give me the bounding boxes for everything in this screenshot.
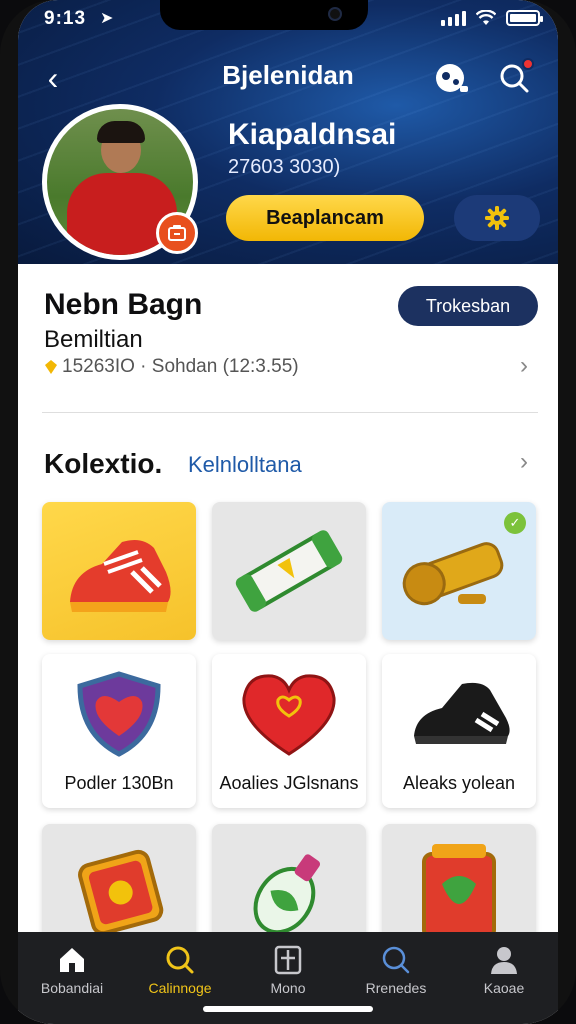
heart-icon <box>242 674 336 756</box>
section-subtitle: Bemiltian <box>44 326 143 353</box>
phone-frame: 9:13 ➤ ‹ Bjelenidan Kiapaldnsai 27603 30… <box>0 0 576 1024</box>
status-time: 9:13 <box>44 8 87 29</box>
page-title: Bjelenidan <box>222 60 354 90</box>
tab-book[interactable]: Mono <box>238 944 338 1024</box>
potion-icon <box>253 854 321 935</box>
search-icon <box>382 946 410 974</box>
tab-label: Kaoae <box>483 980 525 996</box>
section-meta: 15263IO · Sohdan (12:3.55) <box>44 356 299 378</box>
camera-icon <box>168 225 186 241</box>
secondary-action-button[interactable]: Trokesban <box>398 286 538 326</box>
tab-label: Mono <box>270 980 306 996</box>
scroll-icon <box>235 530 343 612</box>
collection-item[interactable]: ✓ <box>382 502 536 640</box>
tab-label: Calinnoge <box>148 980 212 996</box>
collection-item[interactable] <box>42 502 196 640</box>
profile-stats: 27603 3030) <box>228 156 341 178</box>
collection-item[interactable]: Aleaks yolean <box>382 654 536 808</box>
tab-search[interactable]: Calinnoge <box>130 944 230 1024</box>
wifi-icon <box>476 10 496 25</box>
search-icon <box>166 946 194 974</box>
heart-shield-icon <box>77 671 161 757</box>
person-icon <box>491 947 517 974</box>
box-icon <box>422 844 496 940</box>
search-button[interactable] <box>496 58 534 96</box>
collection-item[interactable] <box>212 502 366 640</box>
signal-icon <box>441 10 466 26</box>
notification-dot <box>522 58 534 70</box>
divider <box>42 412 538 413</box>
settings-button[interactable] <box>454 195 540 241</box>
leaf-badge-icon: ✓ <box>504 512 526 534</box>
book-icon <box>274 945 302 975</box>
section-meta-text: 15263IO · Sohdan (12:3.55) <box>62 356 299 377</box>
gear-icon <box>485 206 509 230</box>
collection-item-label: Aleaks yolean <box>402 773 516 793</box>
collection-title: Kolextio. <box>44 448 163 479</box>
home-icon <box>60 948 84 972</box>
location-icon: ➤ <box>100 10 114 27</box>
chevron-right-icon[interactable]: › <box>520 448 528 476</box>
chevron-right-icon[interactable]: › <box>520 352 528 380</box>
tab-label: Bobandiai <box>40 980 104 996</box>
app-screen: 9:13 ➤ ‹ Bjelenidan Kiapaldnsai 27603 30… <box>18 0 558 1024</box>
home-indicator <box>203 1006 373 1012</box>
tab-label: Rrenedes <box>365 980 427 996</box>
collection-item-label: Podler 130Bn <box>64 773 174 793</box>
collection-item[interactable] <box>382 824 536 944</box>
profile-name: Kiapaldnsai <box>228 118 397 151</box>
status-bar: 9:13 ➤ <box>18 0 558 44</box>
collection-item-label: Aoalies JGlsnans <box>219 773 359 793</box>
tab-home[interactable]: Bobandiai <box>22 944 122 1024</box>
notch <box>160 0 368 30</box>
collection-item[interactable] <box>42 824 196 944</box>
badge-icon <box>78 849 164 936</box>
avatar-edit-badge[interactable] <box>156 212 198 254</box>
collection-link[interactable]: Kelnlolltana <box>188 452 302 478</box>
battery-icon <box>506 10 543 26</box>
gem-icon <box>45 360 57 374</box>
controller-icon <box>436 64 468 92</box>
collection-item[interactable] <box>212 824 366 944</box>
game-controller-button[interactable] <box>434 60 470 96</box>
back-button[interactable]: ‹ <box>36 58 70 98</box>
collection-item[interactable]: Podler 130Bn <box>42 654 196 808</box>
section-title: Nebn Bagn <box>44 288 203 321</box>
tab-profile[interactable]: Kaoae <box>454 944 554 1024</box>
sneaker-icon <box>70 540 171 612</box>
tab-explore[interactable]: Rrenedes <box>346 944 446 1024</box>
collection-item[interactable]: Aoalies JGlsnans <box>212 654 366 808</box>
shoe-icon <box>414 682 510 744</box>
primary-action-button[interactable]: Beaplancam <box>226 195 424 241</box>
